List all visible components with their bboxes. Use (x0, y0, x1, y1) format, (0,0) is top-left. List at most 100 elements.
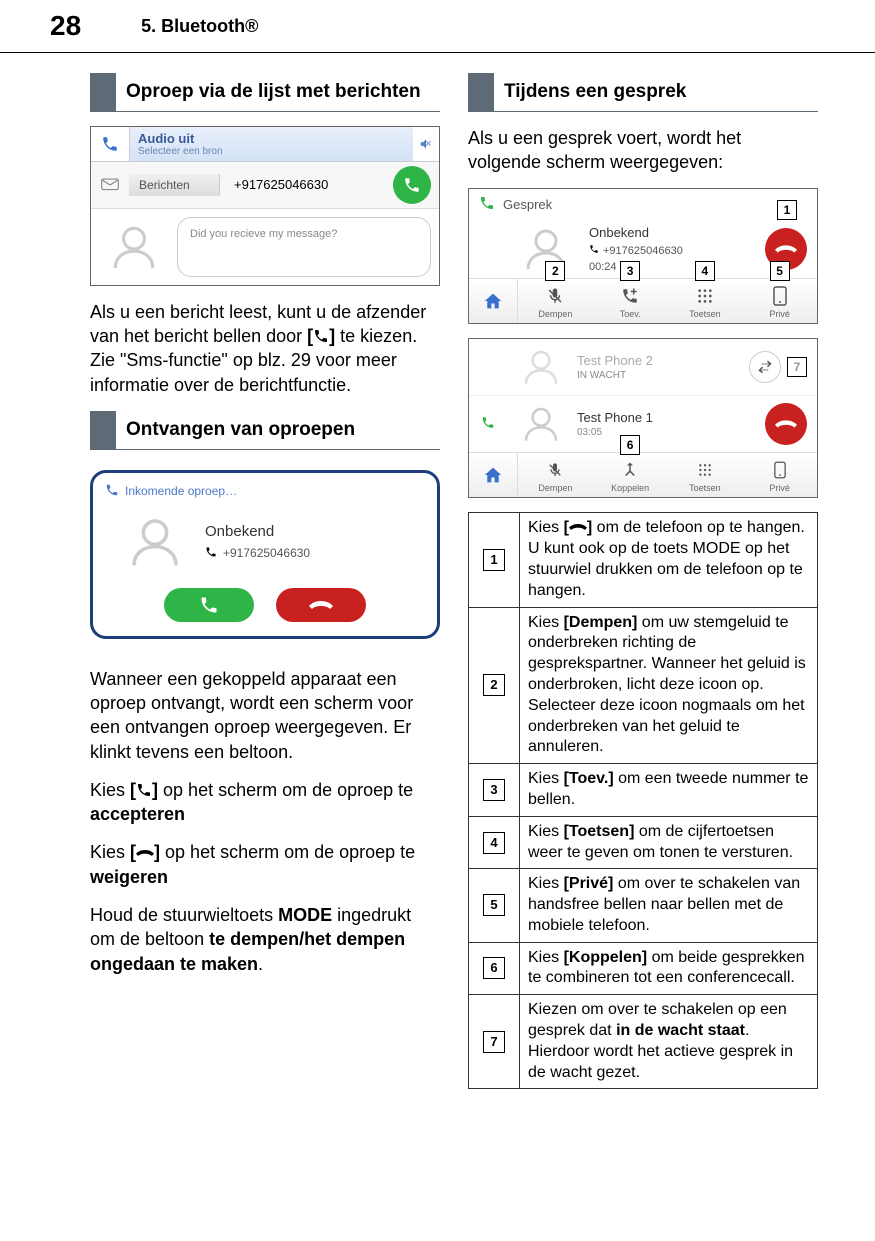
callout-7: 7 (787, 357, 807, 377)
mic-off-icon (547, 459, 563, 481)
callout-num: 2 (483, 674, 505, 696)
mute-icon[interactable] (413, 127, 439, 161)
call-duration: 00:24 (589, 261, 751, 273)
phone-icon (313, 326, 329, 342)
section-title-during: Tijdens een gesprek (468, 73, 818, 112)
table-cell-text: Kies [Toetsen] om de cijfertoetsen weer … (520, 816, 818, 869)
private-button[interactable]: 5 Privé (742, 279, 817, 323)
hangup-button[interactable] (765, 403, 807, 445)
phone-icon (589, 244, 599, 257)
call-active-icon (479, 195, 495, 214)
callout-num: 5 (483, 894, 505, 916)
phone-icon (205, 546, 217, 561)
callout-num: 1 (483, 549, 505, 571)
mute-button[interactable]: Dempen (518, 453, 593, 497)
screenshot-incoming: Inkomende oproep… Onbekend +917625046630 (90, 464, 440, 653)
dial-button[interactable] (393, 166, 431, 204)
hangup-icon (136, 841, 154, 853)
avatar-icon (99, 217, 169, 277)
home-button[interactable] (469, 279, 518, 323)
add-call-button[interactable]: 3 Toev. (593, 279, 668, 323)
callout-num: 6 (483, 957, 505, 979)
table-row: 6 Kies [Koppelen] om beide gesprekken te … (469, 942, 818, 995)
para-messages: Als u een bericht leest, kunt u de afzen… (90, 300, 440, 397)
table-cell-text: Kies [Koppelen] om beide gesprekken te c… (520, 942, 818, 995)
table-row: 1 Kies [] om de telefoon op te hangen. U … (469, 513, 818, 607)
table-row: 2 Kies [Dempen] om uw stemgeluid te onder… (469, 607, 818, 764)
callout-table: 1 Kies [] om de telefoon op te hangen. U … (468, 512, 818, 1089)
caller-number: +917625046630 (223, 546, 310, 560)
audio-source-banner[interactable]: Audio uit Selecteer een bron (130, 127, 413, 161)
table-cell-text: Kiezen om over te schakelen op een gespr… (520, 995, 818, 1089)
message-list-icon[interactable] (91, 172, 129, 198)
callout-num: 4 (483, 832, 505, 854)
left-column: Oproep via de lijst met berichten Audio … (90, 73, 440, 1089)
keypad-icon (698, 459, 712, 481)
table-cell-text: Kies [Toev.] om een tweede nummer te bel… (520, 764, 818, 817)
gesprek-label: Gesprek (503, 197, 552, 212)
mic-off-icon (546, 285, 564, 307)
screenshot-two-calls: Test Phone 2 IN WACHT 7 (468, 338, 818, 498)
para-incoming: Wanneer een gekoppeld apparaat een oproe… (90, 667, 440, 764)
phone-icon (136, 780, 152, 796)
caller-name: Onbekend (205, 523, 310, 540)
avatar-icon (517, 343, 565, 391)
callout-1: 1 (777, 200, 797, 220)
table-cell-text: Kies [Dempen] om uw stemgeluid te onderb… (520, 607, 818, 764)
home-button[interactable] (469, 453, 518, 497)
para-accept: Kies [] op het scherm om de oproep te ac… (90, 778, 440, 827)
keypad-button[interactable]: 4 Toetsen (668, 279, 743, 323)
page-header: 28 5. Bluetooth® (0, 0, 875, 53)
private-icon (774, 459, 786, 481)
screenshot-during-call: Gesprek Onbekend +917625046630 00:24 1 (468, 188, 818, 324)
add-call-icon (621, 285, 639, 307)
private-button[interactable]: Privé (742, 453, 817, 497)
callout-4: 4 (695, 261, 715, 281)
caller-number: +917625046630 (603, 245, 683, 257)
phone1-time: 03:05 (577, 427, 753, 438)
table-row: 4 Kies [Toetsen] om de cijfertoetsen weer… (469, 816, 818, 869)
message-sender-number: +917625046630 (220, 171, 385, 198)
callout-5: 5 (770, 261, 790, 281)
phone2-status: IN WACHT (577, 370, 737, 381)
merge-icon (621, 459, 639, 481)
table-cell-text: Kies [] om de telefoon op te hangen. U k… (520, 513, 818, 607)
avatar-icon (123, 510, 187, 574)
page-number: 28 (50, 10, 81, 42)
section-title-messages: Oproep via de lijst met berichten (90, 73, 440, 112)
accept-button[interactable] (164, 588, 254, 622)
keypad-icon (697, 285, 713, 307)
switch-call-button[interactable] (749, 351, 781, 383)
phone1-name: Test Phone 1 (577, 410, 753, 425)
table-row: 7 Kiezen om over te schakelen op een gesp… (469, 995, 818, 1089)
para-reject: Kies [] op het scherm om de oproep te we… (90, 840, 440, 889)
berichten-tab[interactable]: Berichten (129, 174, 220, 196)
section-title-incoming: Ontvangen van oproepen (90, 411, 440, 450)
keypad-button[interactable]: Toetsen (668, 453, 743, 497)
intro-during: Als u een gesprek voert, wordt het volge… (468, 126, 818, 175)
table-cell-text: Kies [Privé] om over te schakelen van ha… (520, 869, 818, 942)
incoming-label: Inkomende oproep… (125, 484, 237, 498)
callout-num: 3 (483, 779, 505, 801)
table-row: 5 Kies [Privé] om over te schakelen van h… (469, 869, 818, 942)
right-column: Tijdens een gesprek Als u een gesprek vo… (468, 73, 818, 1089)
phone2-name: Test Phone 2 (577, 353, 737, 368)
phone-tab-icon[interactable] (91, 127, 130, 161)
screenshot-messages: Audio uit Selecteer een bron Berichten +… (90, 126, 440, 286)
mute-button[interactable]: 2 Dempen (518, 279, 593, 323)
decline-button[interactable] (276, 588, 366, 622)
callout-6: 6 (620, 435, 640, 455)
private-icon (773, 285, 787, 307)
table-row: 3 Kies [Toev.] om een tweede nummer te be… (469, 764, 818, 817)
caller-name: Onbekend (589, 225, 751, 240)
avatar-icon (517, 400, 565, 448)
para-mode: Houd de stuurwieltoets MODE ingedrukt om… (90, 903, 440, 976)
callout-3: 3 (620, 261, 640, 281)
call-active-icon (481, 416, 495, 433)
incoming-phone-icon (105, 483, 119, 500)
message-bubble: Did you recieve my message? (177, 217, 431, 277)
callout-num: 7 (483, 1031, 505, 1053)
merge-button[interactable]: 6 Koppelen (593, 453, 668, 497)
callout-2: 2 (545, 261, 565, 281)
chapter-title: 5. Bluetooth® (141, 16, 258, 37)
